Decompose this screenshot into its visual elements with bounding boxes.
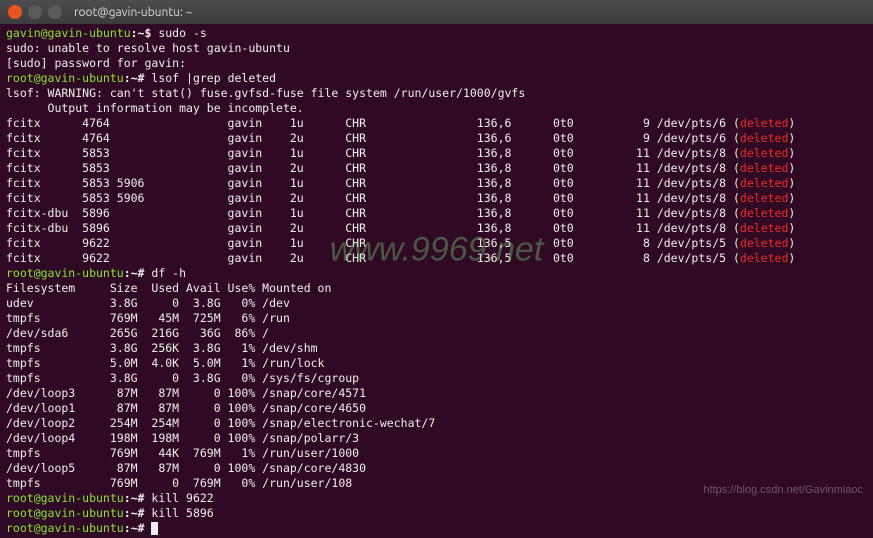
window-title: root@gavin-ubuntu: ~ xyxy=(74,6,192,19)
prompt-line: gavin@gavin-ubuntu:~$ sudo -s xyxy=(6,26,867,41)
output-line: lsof: WARNING: can't stat() fuse.gvfsd-f… xyxy=(6,86,867,101)
window-titlebar: root@gavin-ubuntu: ~ xyxy=(0,0,873,24)
lsof-row: fcitx 4764 gavin 2u CHR 136,6 0t0 9 /dev… xyxy=(6,131,867,146)
df-row: udev 3.8G 0 3.8G 0% /dev xyxy=(6,296,867,311)
lsof-row: fcitx 9622 gavin 1u CHR 136,5 0t0 8 /dev… xyxy=(6,236,867,251)
prompt-line: root@gavin-ubuntu:~# xyxy=(6,521,867,536)
lsof-row: fcitx-dbu 5896 gavin 2u CHR 136,8 0t0 11… xyxy=(6,221,867,236)
lsof-row: fcitx 5853 gavin 1u CHR 136,8 0t0 11 /de… xyxy=(6,146,867,161)
minimize-icon[interactable] xyxy=(28,5,42,19)
df-row: tmpfs 3.8G 0 3.8G 0% /sys/fs/cgroup xyxy=(6,371,867,386)
maximize-icon[interactable] xyxy=(48,5,62,19)
lsof-row: fcitx 4764 gavin 1u CHR 136,6 0t0 9 /dev… xyxy=(6,116,867,131)
df-row: tmpfs 769M 44K 769M 1% /run/user/1000 xyxy=(6,446,867,461)
lsof-row: fcitx 9622 gavin 2u CHR 136,5 0t0 8 /dev… xyxy=(6,251,867,266)
prompt-line: root@gavin-ubuntu:~# df -h xyxy=(6,266,867,281)
df-header: Filesystem Size Used Avail Use% Mounted … xyxy=(6,281,867,296)
df-row: tmpfs 3.8G 256K 3.8G 1% /dev/shm xyxy=(6,341,867,356)
close-icon[interactable] xyxy=(8,5,22,19)
lsof-row: fcitx 5853 gavin 2u CHR 136,8 0t0 11 /de… xyxy=(6,161,867,176)
output-line: [sudo] password for gavin: xyxy=(6,56,867,71)
df-row: /dev/loop5 87M 87M 0 100% /snap/core/483… xyxy=(6,461,867,476)
lsof-row: fcitx 5853 5906 gavin 2u CHR 136,8 0t0 1… xyxy=(6,191,867,206)
df-row: /dev/sda6 265G 216G 36G 86% / xyxy=(6,326,867,341)
output-line: Output information may be incomplete. xyxy=(6,101,867,116)
prompt-line: root@gavin-ubuntu:~# kill 5896 xyxy=(6,506,867,521)
df-row: /dev/loop4 198M 198M 0 100% /snap/polarr… xyxy=(6,431,867,446)
footer-link: https://blog.csdn.net/Gavinmiaoc xyxy=(703,484,863,496)
output-line: sudo: unable to resolve host gavin-ubunt… xyxy=(6,41,867,56)
cursor xyxy=(151,522,158,535)
lsof-row: fcitx 5853 5906 gavin 1u CHR 136,8 0t0 1… xyxy=(6,176,867,191)
lsof-row: fcitx-dbu 5896 gavin 1u CHR 136,8 0t0 11… xyxy=(6,206,867,221)
df-row: /dev/loop3 87M 87M 0 100% /snap/core/457… xyxy=(6,386,867,401)
df-row: tmpfs 5.0M 4.0K 5.0M 1% /run/lock xyxy=(6,356,867,371)
df-row: /dev/loop2 254M 254M 0 100% /snap/electr… xyxy=(6,416,867,431)
prompt-line: root@gavin-ubuntu:~# lsof |grep deleted xyxy=(6,71,867,86)
df-row: tmpfs 769M 45M 725M 6% /run xyxy=(6,311,867,326)
df-row: /dev/loop1 87M 87M 0 100% /snap/core/465… xyxy=(6,401,867,416)
terminal-output[interactable]: gavin@gavin-ubuntu:~$ sudo -ssudo: unabl… xyxy=(0,24,873,538)
